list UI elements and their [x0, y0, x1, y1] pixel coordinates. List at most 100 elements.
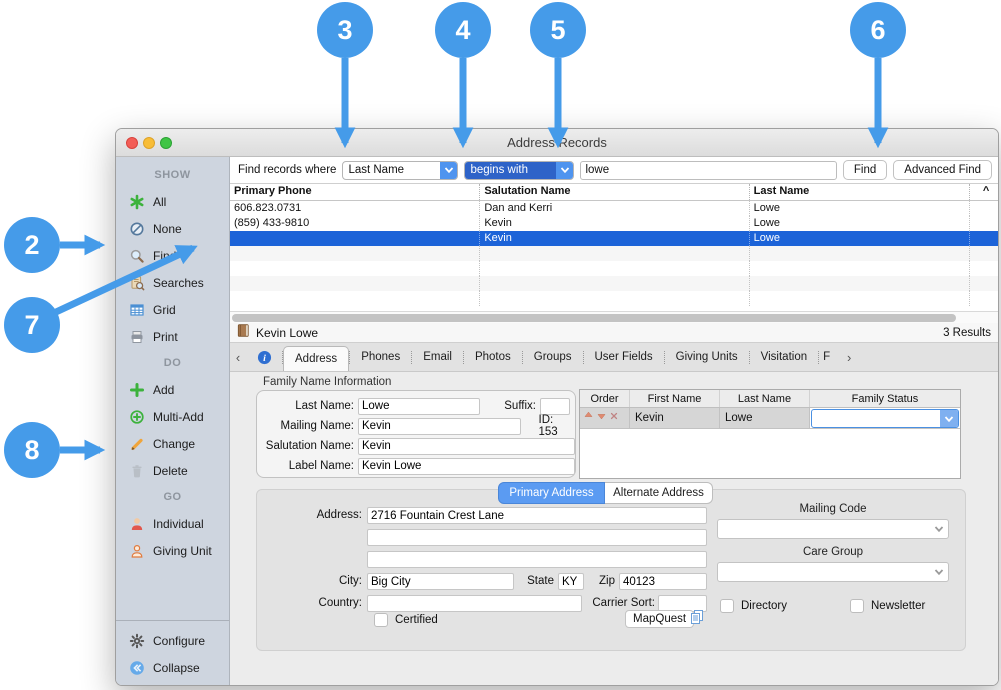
sidebar-label: All — [153, 195, 166, 209]
column-header-primary-phone[interactable]: Primary Phone — [230, 184, 480, 200]
sidebar-item-grid[interactable]: Grid — [116, 296, 229, 323]
address-line1-field[interactable] — [367, 507, 707, 524]
sidebar-item-change[interactable]: Change — [116, 430, 229, 457]
scrollbar-thumb[interactable] — [232, 314, 956, 322]
label-name-label: Label Name: — [257, 460, 354, 472]
mailing-code-label: Mailing Code — [717, 503, 949, 515]
directory-label: Directory — [741, 600, 787, 612]
info-icon: i — [257, 350, 272, 365]
printer-icon — [129, 329, 146, 345]
table-row-selected[interactable]: Kevin Lowe — [230, 231, 998, 246]
remove-member-icon[interactable] — [609, 408, 619, 429]
label-name-field[interactable] — [358, 458, 575, 475]
sidebar-item-searches[interactable]: Searches — [116, 269, 229, 296]
address-line3-field[interactable] — [367, 551, 707, 568]
tab-email[interactable]: Email — [412, 343, 463, 371]
tab-partial[interactable]: F — [819, 343, 841, 371]
chevron-right-icon[interactable]: › — [841, 343, 857, 371]
zip-field[interactable] — [619, 573, 707, 590]
address-tab-switch: Primary Address Alternate Address — [498, 482, 713, 504]
move-down-icon[interactable] — [596, 408, 607, 429]
svg-text:i: i — [263, 353, 266, 364]
sidebar-item-all[interactable]: All — [116, 188, 229, 215]
chevron-down-icon — [930, 563, 948, 581]
table-row[interactable]: 606.823.0731 Dan and Kerri Lowe — [230, 201, 998, 216]
family-info-group: Last Name: Suffix: Mailing Name: ID: 153… — [256, 390, 576, 478]
sidebar-item-giving-unit[interactable]: Giving Unit — [116, 537, 229, 564]
member-row: Kevin Lowe — [580, 408, 960, 429]
cell-last-name: Lowe — [750, 231, 970, 246]
sidebar-item-find[interactable]: Find — [116, 242, 229, 269]
address-detail-panel: Family Name Information Last Name: Suffi… — [230, 372, 998, 685]
sidebar-item-individual[interactable]: Individual — [116, 510, 229, 537]
mailing-name-field[interactable] — [358, 418, 521, 435]
tab-alternate-address[interactable]: Alternate Address — [605, 482, 713, 504]
record-id: ID: 153 — [539, 414, 575, 438]
sidebar-item-add[interactable]: Add — [116, 376, 229, 403]
last-name-field[interactable] — [358, 398, 480, 415]
sidebar-label: Multi-Add — [153, 410, 204, 424]
tab-visitation[interactable]: Visitation — [750, 343, 818, 371]
salutation-name-label: Salutation Name: — [257, 440, 354, 452]
move-up-icon[interactable] — [583, 408, 594, 429]
sidebar-item-none[interactable]: None — [116, 215, 229, 242]
certified-label: Certified — [395, 614, 438, 626]
country-field[interactable] — [367, 595, 582, 612]
pencil-icon — [129, 436, 146, 452]
find-button[interactable]: Find — [843, 160, 887, 180]
tab-photos[interactable]: Photos — [464, 343, 522, 371]
tab-info[interactable]: i — [246, 343, 282, 371]
callout-badge-3: 3 — [317, 2, 373, 58]
app-window: Address Records SHOW All None Find Searc… — [115, 128, 999, 686]
sidebar-label: Grid — [153, 303, 176, 317]
sort-indicator-icon[interactable]: ^ — [970, 184, 998, 200]
sidebar-label: None — [153, 222, 182, 236]
search-input[interactable] — [580, 161, 836, 180]
callout-badge-2: 2 — [4, 217, 60, 273]
advanced-find-button[interactable]: Advanced Find — [893, 160, 992, 180]
operator-select[interactable]: begins with — [464, 161, 574, 180]
city-label: City: — [257, 575, 362, 587]
sidebar-item-multi-add[interactable]: Multi-Add — [116, 403, 229, 430]
column-header-last-name[interactable]: Last Name — [750, 184, 970, 200]
sidebar-item-print[interactable]: Print — [116, 323, 229, 350]
certified-checkbox[interactable] — [374, 613, 388, 627]
copy-address-icon[interactable] — [689, 609, 705, 628]
record-header: Kevin Lowe 3 Results — [230, 323, 998, 343]
family-info-legend: Family Name Information — [263, 376, 391, 388]
family-status-select[interactable] — [811, 409, 959, 428]
column-header-last-name: Last Name — [720, 390, 810, 407]
member-last-name: Lowe — [720, 408, 810, 429]
trash-icon — [129, 463, 146, 479]
tab-user-fields[interactable]: User Fields — [584, 343, 664, 371]
sidebar-item-configure[interactable]: Configure — [116, 627, 229, 654]
directory-checkbox[interactable] — [720, 599, 734, 613]
tab-groups[interactable]: Groups — [523, 343, 583, 371]
state-field[interactable] — [558, 573, 584, 590]
address-label: Address: — [257, 509, 362, 521]
address-line2-field[interactable] — [367, 529, 707, 546]
mapquest-button[interactable]: MapQuest — [625, 610, 694, 628]
tab-address[interactable]: Address — [283, 346, 349, 371]
city-field[interactable] — [367, 573, 514, 590]
sidebar-item-collapse[interactable]: Collapse — [116, 654, 229, 681]
state-label: State — [520, 575, 554, 587]
tab-giving-units[interactable]: Giving Units — [665, 343, 749, 371]
suffix-field[interactable] — [540, 398, 570, 415]
table-row[interactable]: (859) 433-9810 Kevin Lowe — [230, 216, 998, 231]
care-group-select[interactable] — [717, 562, 949, 582]
cell-spacer — [970, 216, 998, 231]
field-select-value: Last Name — [343, 162, 440, 179]
grid-icon — [129, 302, 146, 318]
salutation-name-field[interactable] — [358, 438, 575, 455]
tab-phones[interactable]: Phones — [350, 343, 411, 371]
column-header-salutation-name[interactable]: Salutation Name — [480, 184, 749, 200]
field-select[interactable]: Last Name — [342, 161, 458, 180]
sidebar-item-delete[interactable]: Delete — [116, 457, 229, 484]
newsletter-checkbox[interactable] — [850, 599, 864, 613]
tab-primary-address[interactable]: Primary Address — [498, 482, 605, 504]
chevron-left-icon[interactable]: ‹ — [230, 343, 246, 371]
operator-select-value: begins with — [465, 162, 556, 179]
mailing-code-select[interactable] — [717, 519, 949, 539]
horizontal-scrollbar[interactable] — [230, 311, 998, 323]
